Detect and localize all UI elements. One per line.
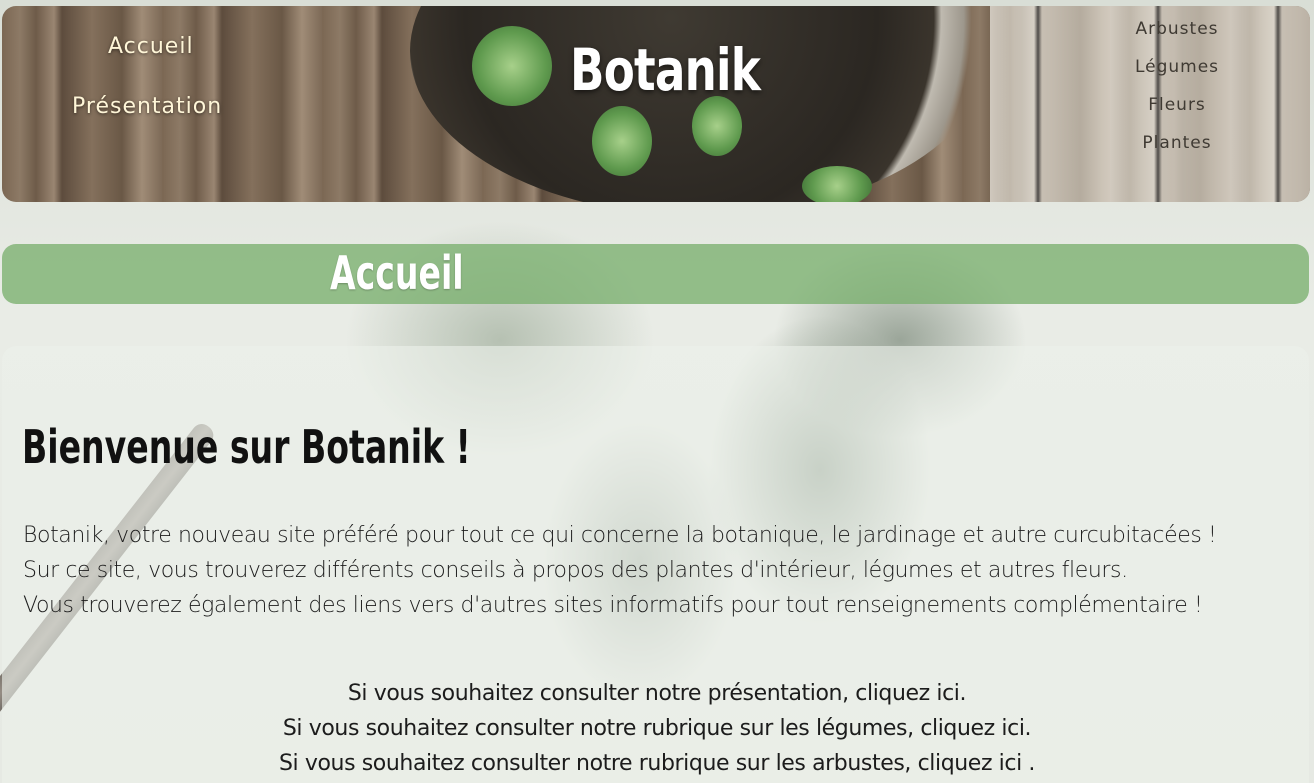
page-title: Accueil — [330, 246, 464, 300]
nav-link-arbustes[interactable]: Arbustes — [1102, 19, 1252, 39]
intro-paragraph: Sur ce site, vous trouverez différents c… — [23, 558, 1128, 583]
link-line-presentation: Si vous souhaitez consulter notre présen… — [2, 676, 1312, 711]
nav-link-presentation[interactable]: Présentation — [72, 94, 222, 119]
link-line-suffix: . — [1024, 716, 1032, 741]
nav-link-legumes[interactable]: Légumes — [1102, 57, 1252, 77]
arbustes-link[interactable]: cliquez ici — [918, 751, 1023, 776]
intro-paragraph: Vous trouverez également des liens vers … — [23, 593, 1203, 618]
legumes-link[interactable]: cliquez ici — [920, 716, 1025, 741]
link-line-text: Si vous souhaitez consulter notre rubriq… — [282, 716, 921, 741]
nav-link-plantes[interactable]: Plantes — [1102, 133, 1252, 153]
succulent-image — [592, 106, 652, 176]
site-header: Accueil Présentation Botanik Arbustes Lé… — [2, 6, 1310, 202]
main-content: Bienvenue sur Botanik ! Botanik, votre n… — [2, 346, 1309, 783]
link-line-text: Si vous souhaitez consulter notre rubriq… — [278, 751, 918, 776]
link-line-text: Si vous souhaitez consulter notre présen… — [347, 681, 856, 706]
intro-paragraph: Botanik, votre nouveau site préféré pour… — [23, 523, 1217, 548]
succulent-image — [692, 96, 742, 156]
link-line-legumes: Si vous souhaitez consulter notre rubriq… — [2, 711, 1312, 746]
site-title: Botanik — [570, 36, 761, 104]
succulent-image — [472, 26, 552, 106]
succulent-image — [802, 166, 872, 202]
nav-link-accueil[interactable]: Accueil — [108, 34, 194, 59]
link-line-suffix: . — [1021, 751, 1035, 776]
intro-text: Botanik, votre nouveau site préféré pour… — [23, 518, 1283, 623]
page-title-band: Accueil — [2, 244, 1309, 304]
welcome-heading: Bienvenue sur Botanik ! — [22, 420, 471, 474]
primary-nav: Accueil Présentation — [2, 6, 302, 202]
category-nav: Arbustes Légumes Fleurs Plantes — [1102, 6, 1252, 202]
nav-link-fleurs[interactable]: Fleurs — [1102, 95, 1252, 115]
presentation-link[interactable]: cliquez ici — [855, 681, 960, 706]
link-line-arbustes: Si vous souhaitez consulter notre rubriq… — [2, 746, 1312, 781]
section-links: Si vous souhaitez consulter notre présen… — [2, 676, 1312, 781]
link-line-suffix: . — [959, 681, 967, 706]
